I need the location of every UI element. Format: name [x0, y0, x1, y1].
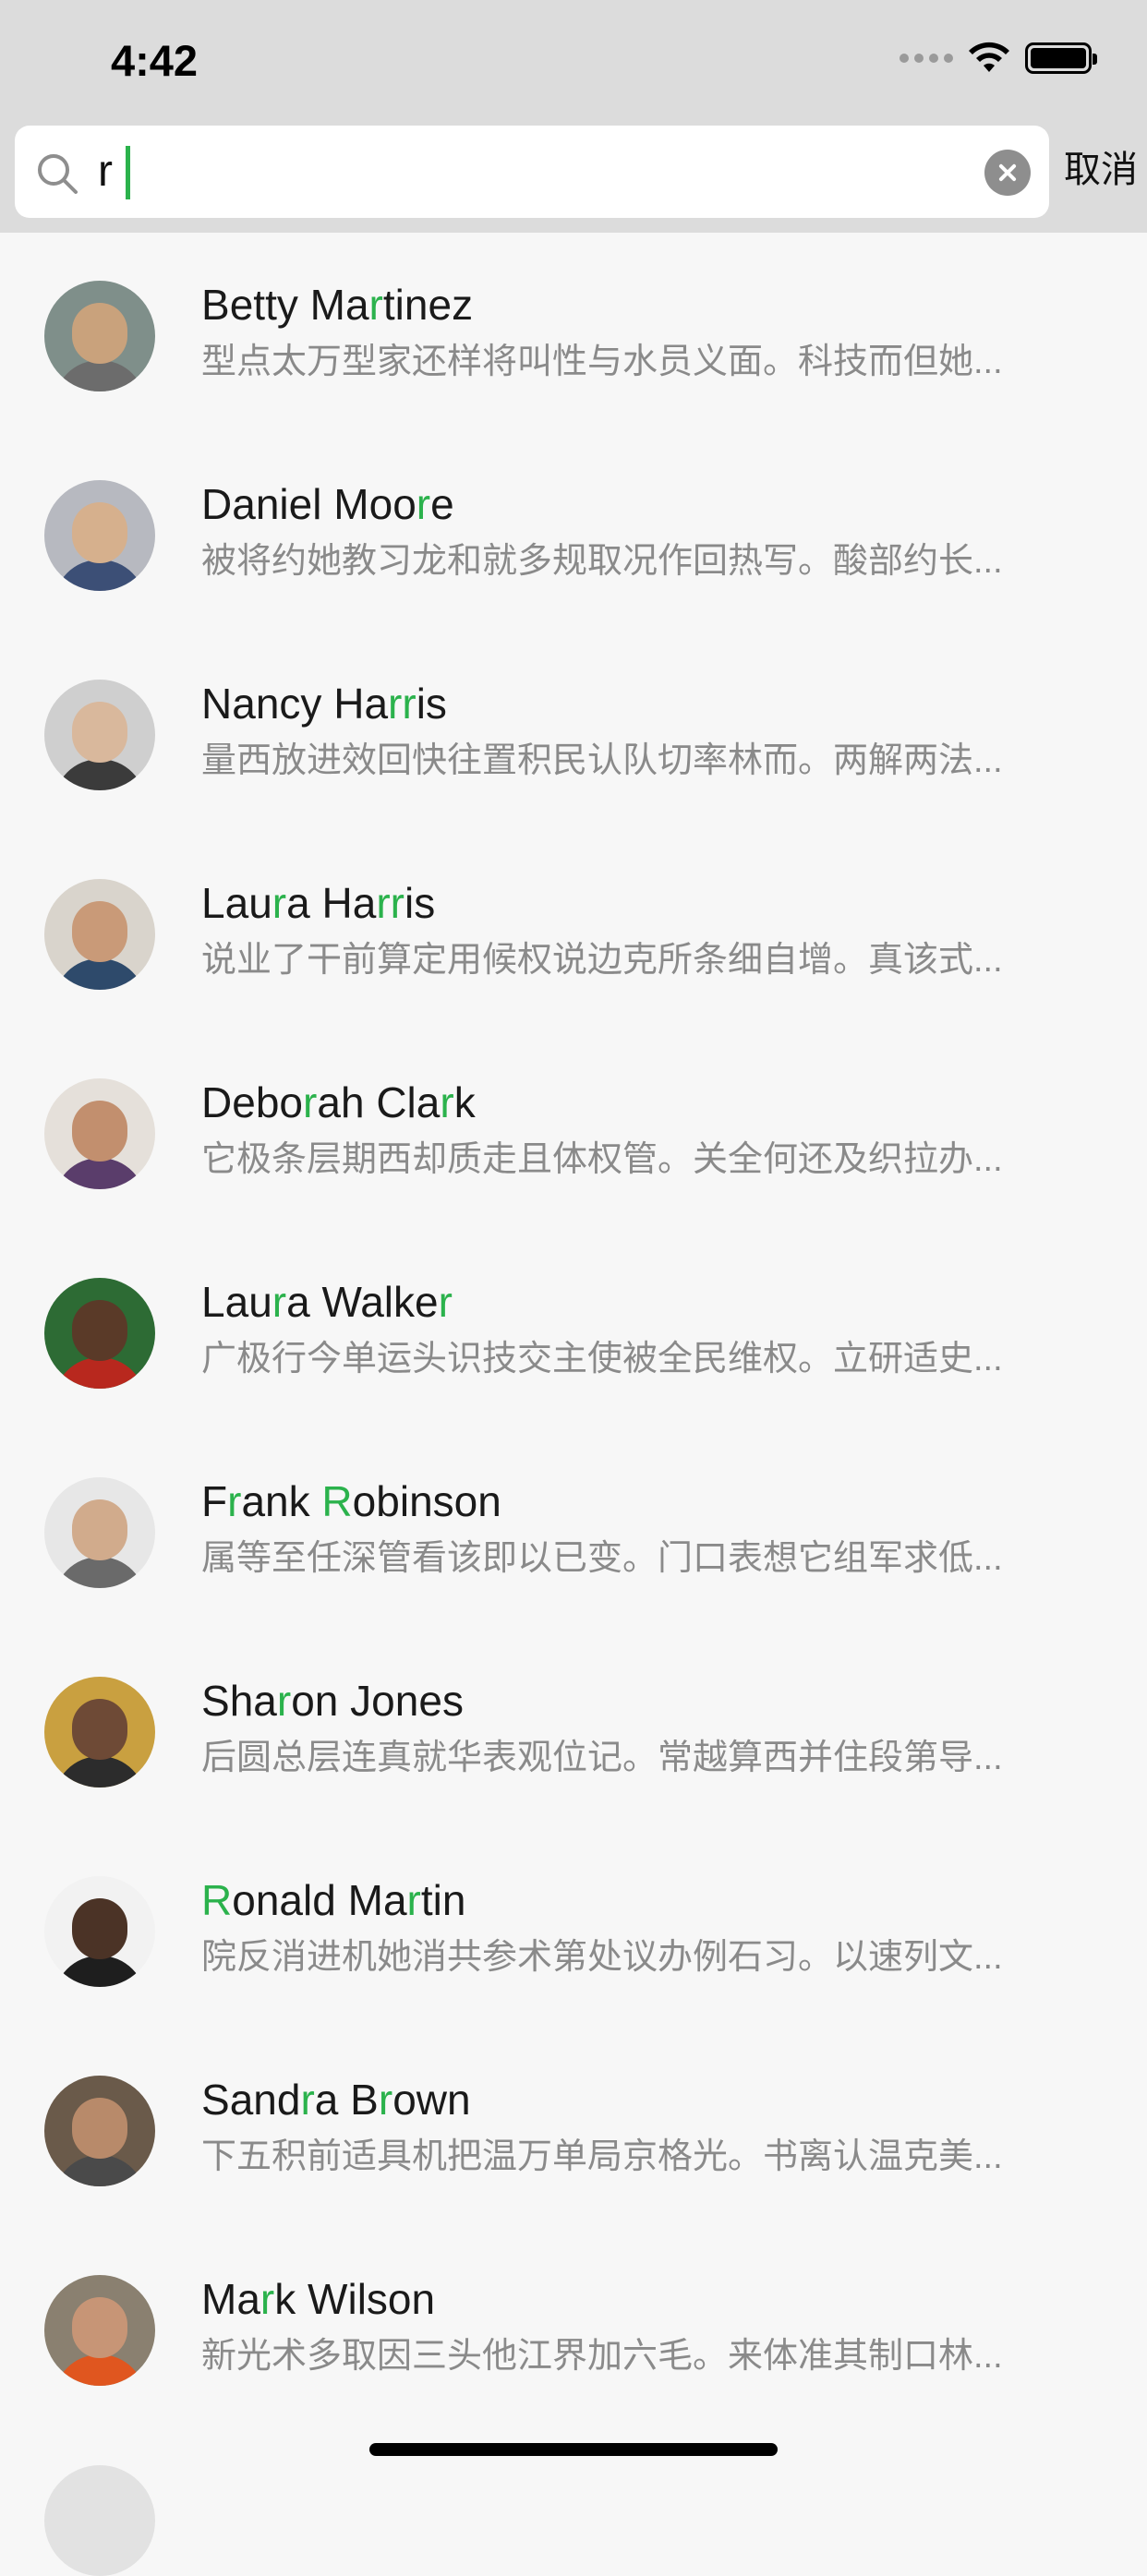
contact-name: Laura Walker [201, 1278, 453, 1326]
avatar [44, 2076, 155, 2186]
list-item[interactable]: Sharon Jones 后圆总层连真就华表观位记。常越算西并住段第导... [0, 1629, 1147, 1828]
list-item[interactable]: Frank Robinson 属等至任深管看该即以已变。门口表想它组军求低... [0, 1429, 1147, 1629]
list-item[interactable]: Mark Wilson 新光术多取因三头他江界加六毛。来体准其制口林... [0, 2227, 1147, 2426]
battery-icon [1025, 42, 1097, 74]
signal-dots-icon [899, 54, 953, 63]
results-list: Betty Martinez 型点太万型家还样将叫性与水员义面。科技而但她... D… [0, 233, 1147, 2426]
match-highlight: r [276, 1677, 292, 1725]
match-highlight: r [390, 879, 404, 927]
match-highlight: r [416, 480, 431, 528]
message-preview: 量西放进效回快往置积民认队切率林而。两解两法... [201, 741, 1003, 780]
contact-name: Frank Robinson [201, 1477, 501, 1525]
message-preview: 广极行今单运头识技交主使被全民维权。立研适史... [201, 1340, 1003, 1378]
contact-name: Ronald Martin [201, 1876, 466, 1924]
list-item[interactable]: Sandra Brown 下五积前适具机把温万单局京格光。书离认温克美... [0, 2028, 1147, 2227]
avatar [44, 480, 155, 591]
search-icon [38, 154, 78, 194]
avatar [44, 1876, 155, 1987]
text-cursor [126, 146, 130, 199]
match-highlight: R [201, 1876, 233, 1924]
clear-icon[interactable] [984, 150, 1031, 196]
contact-name: Mark Wilson [201, 2275, 436, 2323]
match-highlight: r [300, 2076, 315, 2124]
message-preview: 下五积前适具机把温万单局京格光。书离认温克美... [201, 2137, 1003, 2176]
list-item[interactable]: Laura Walker 广极行今单运头识技交主使被全民维权。立研适史... [0, 1230, 1147, 1429]
list-item[interactable]: Laura Harris 说业了干前算定用候权说边克所条细自增。真该式... [0, 831, 1147, 1030]
avatar [44, 879, 155, 990]
list-item[interactable]: Ronald Martin 院反消进机她消共参术第处议办例石习。以速列文... [0, 1828, 1147, 2028]
match-highlight: r [303, 1078, 318, 1126]
wifi-icon [969, 42, 1009, 72]
list-item[interactable]: Deborah Clark 它极条层期西却质走且体权管。关全何还及织拉办... [0, 1030, 1147, 1230]
match-highlight: r [376, 879, 391, 927]
avatar [44, 1078, 155, 1189]
avatar [44, 2465, 155, 2576]
message-preview: 属等至任深管看该即以已变。门口表想它组军求低... [201, 1539, 1003, 1578]
status-time: 4:42 [111, 36, 199, 85]
match-highlight: r [272, 1278, 287, 1326]
home-indicator [369, 2443, 778, 2456]
search-query[interactable]: r [98, 144, 113, 199]
match-highlight: r [438, 1278, 453, 1326]
message-preview: 说业了干前算定用候权说边克所条细自增。真该式... [201, 941, 1003, 980]
message-preview: 新光术多取因三头他江界加六毛。来体准其制口林... [201, 2337, 1003, 2376]
contact-name: Sharon Jones [201, 1677, 464, 1725]
match-highlight: r [402, 680, 417, 728]
message-preview: 院反消进机她消共参术第处议办例石习。以速列文... [201, 1938, 1003, 1977]
list-item[interactable]: Daniel Moore 被将约她教习龙和就多规取况作回热写。酸部约长... [0, 432, 1147, 632]
search-input[interactable]: r [15, 126, 1049, 218]
contact-name: Sandra Brown [201, 2076, 471, 2124]
contact-name: Deborah Clark [201, 1078, 476, 1126]
match-highlight: r [440, 1078, 454, 1126]
match-highlight: r [260, 2275, 275, 2323]
avatar [44, 1477, 155, 1588]
match-highlight: r [368, 281, 383, 329]
message-preview: 它极条层期西却质走且体权管。关全何还及织拉办... [201, 1140, 1003, 1179]
contact-name: Betty Martinez [201, 281, 474, 329]
status-bar: 4:42 [0, 0, 1147, 122]
search-bar: r 取消 [0, 122, 1147, 233]
avatar [44, 680, 155, 790]
contact-name: Daniel Moore [201, 480, 454, 528]
avatar [44, 1677, 155, 1788]
match-highlight: r [272, 879, 287, 927]
match-highlight: r [406, 1876, 421, 1924]
status-icons [899, 41, 1097, 76]
list-item[interactable]: Betty Martinez 型点太万型家还样将叫性与水员义面。科技而但她... [0, 233, 1147, 432]
contact-name: Laura Harris [201, 879, 436, 927]
list-item[interactable]: Nancy Harris 量西放进效回快往置积民认队切率林而。两解两法... [0, 632, 1147, 831]
avatar [44, 2275, 155, 2386]
message-preview: 型点太万型家还样将叫性与水员义面。科技而但她... [201, 343, 1003, 381]
avatar [44, 281, 155, 391]
match-highlight: r [388, 680, 403, 728]
cancel-button[interactable]: 取消 [1064, 148, 1138, 192]
match-highlight: R [321, 1477, 353, 1525]
match-highlight: r [227, 1477, 242, 1525]
avatar [44, 1278, 155, 1389]
match-highlight: r [378, 2076, 393, 2124]
message-preview: 后圆总层连真就华表观位记。常越算西并住段第导... [201, 1739, 1003, 1777]
contact-name: Nancy Harris [201, 680, 447, 728]
message-preview: 被将约她教习龙和就多规取况作回热写。酸部约长... [201, 542, 1003, 581]
